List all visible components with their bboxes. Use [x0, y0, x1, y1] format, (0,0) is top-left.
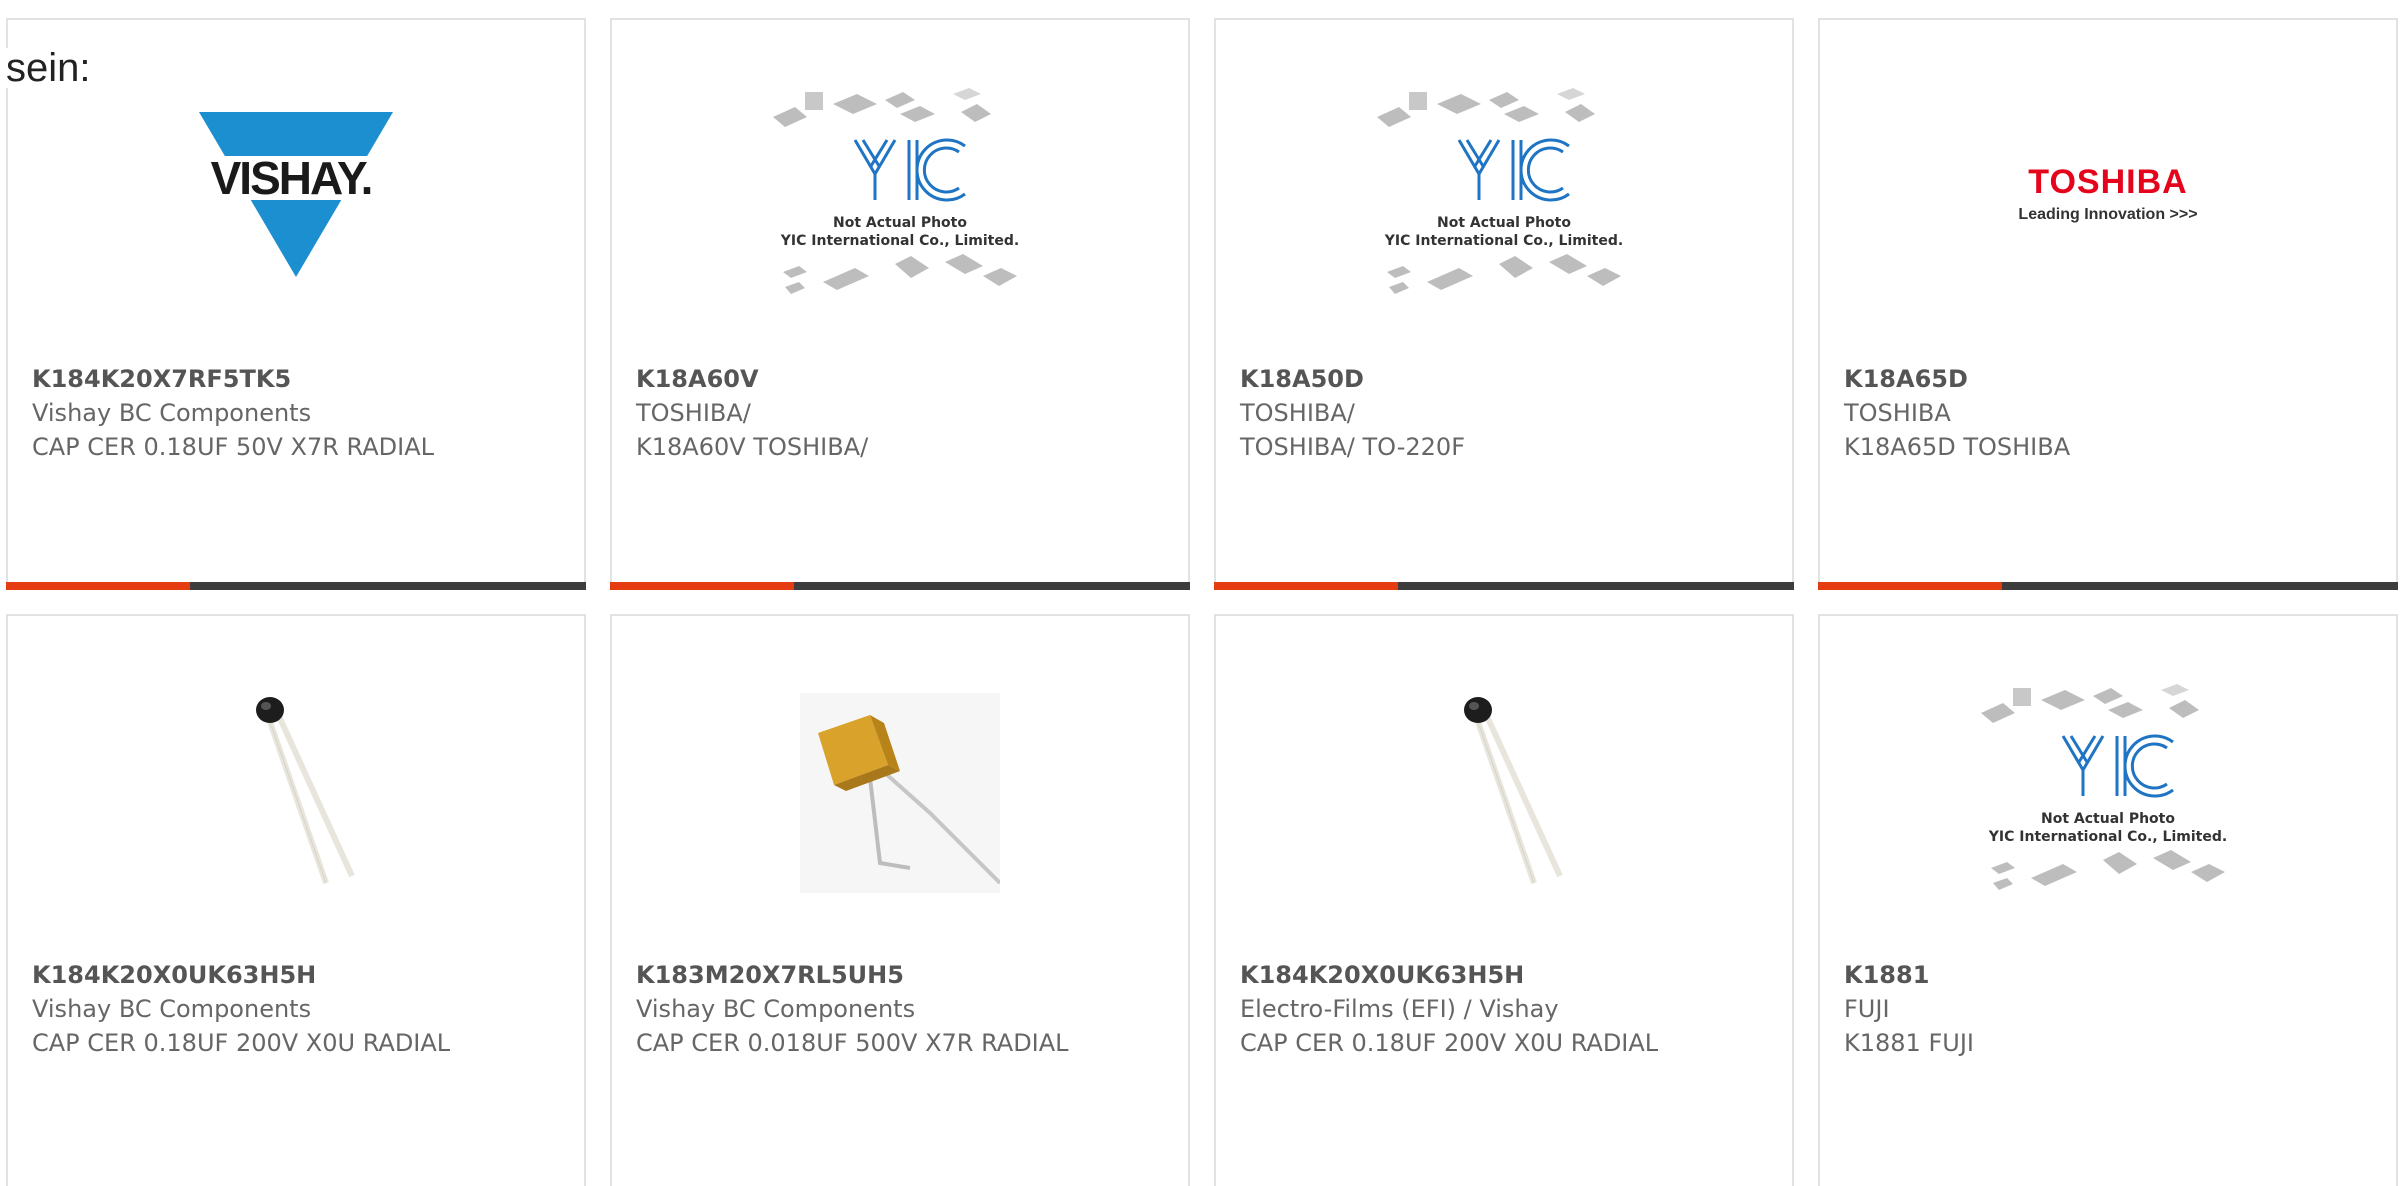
- product-grid: VISHAY. K184K20X7RF5TK5 Vishay BC Compon…: [6, 18, 2400, 1186]
- product-card[interactable]: Not Actual Photo YIC International Co., …: [1214, 18, 1794, 590]
- placeholder-line1: Not Actual Photo: [1437, 215, 1571, 231]
- description: CAP CER 0.18UF 200V X0U RADIAL: [1240, 1029, 1659, 1057]
- card-bottom-bar: [610, 582, 1190, 590]
- product-card[interactable]: K184K20X0UK63H5H Vishay BC Components CA…: [6, 614, 586, 1186]
- disc-capacitor-icon: [1369, 688, 1639, 898]
- yic-placeholder-icon: Not Actual Photo YIC International Co., …: [765, 88, 1035, 302]
- yic-placeholder-icon: Not Actual Photo YIC International Co., …: [1369, 88, 1639, 302]
- vishay-logo-icon: VISHAY.: [161, 92, 431, 302]
- yic-placeholder-icon: Not Actual Photo YIC International Co., …: [1973, 684, 2243, 898]
- card-accent-bar: [6, 582, 190, 590]
- part-number-link[interactable]: K18A60V: [636, 362, 1168, 396]
- part-number-link[interactable]: K184K20X0UK63H5H: [1240, 958, 1772, 992]
- part-number-link[interactable]: K18A65D: [1844, 362, 2376, 396]
- toshiba-logo-icon: TOSHIBA Leading Innovation >>>: [1973, 92, 2243, 302]
- placeholder-line2: YIC International Co., Limited.: [1988, 829, 2227, 845]
- manufacturer: Vishay BC Components: [32, 399, 312, 427]
- card-accent-bar: [1818, 582, 2002, 590]
- part-number-link[interactable]: K184K20X7RF5TK5: [32, 362, 564, 396]
- description: K1881 FUJI: [1844, 1029, 1974, 1057]
- toshiba-tagline: Leading Innovation >>>: [2018, 206, 2197, 223]
- manufacturer: TOSHIBA/: [1240, 399, 1355, 427]
- description: TOSHIBA/ TO-220F: [1240, 433, 1465, 461]
- manufacturer: FUJI: [1844, 995, 1890, 1023]
- placeholder-line1: Not Actual Photo: [2041, 811, 2175, 827]
- product-card[interactable]: K184K20X0UK63H5H Electro-Films (EFI) / V…: [1214, 614, 1794, 1186]
- product-info: K18A65D TOSHIBA K18A65D TOSHIBA: [1844, 362, 2376, 464]
- product-card[interactable]: TOSHIBA Leading Innovation >>> K18A65D T…: [1818, 18, 2398, 590]
- toshiba-logo-text: TOSHIBA: [2028, 163, 2187, 201]
- card-bottom-bar: [1214, 582, 1794, 590]
- placeholder-line1: Not Actual Photo: [833, 215, 967, 231]
- part-number-link[interactable]: K184K20X0UK63H5H: [32, 958, 564, 992]
- yellow-capacitor-icon: [765, 688, 1035, 898]
- product-card[interactable]: Not Actual Photo YIC International Co., …: [610, 18, 1190, 590]
- product-card[interactable]: VISHAY. K184K20X7RF5TK5 Vishay BC Compon…: [6, 18, 586, 590]
- placeholder-line2: YIC International Co., Limited.: [780, 233, 1019, 249]
- card-bottom-bar: [6, 582, 586, 590]
- part-number-link[interactable]: K18A50D: [1240, 362, 1772, 396]
- product-info: K1881 FUJI K1881 FUJI: [1844, 958, 2376, 1060]
- part-number-link[interactable]: K183M20X7RL5UH5: [636, 958, 1168, 992]
- manufacturer: Electro-Films (EFI) / Vishay: [1240, 995, 1559, 1023]
- description: K18A65D TOSHIBA: [1844, 433, 2071, 461]
- card-accent-bar: [1214, 582, 1398, 590]
- product-info: K184K20X0UK63H5H Vishay BC Components CA…: [32, 958, 564, 1060]
- product-info: K18A60V TOSHIBA/ K18A60V TOSHIBA/: [636, 362, 1168, 464]
- manufacturer: Vishay BC Components: [636, 995, 916, 1023]
- description: CAP CER 0.18UF 200V X0U RADIAL: [32, 1029, 451, 1057]
- description: CAP CER 0.18UF 50V X7R RADIAL: [32, 433, 435, 461]
- product-info: K183M20X7RL5UH5 Vishay BC Components CAP…: [636, 958, 1168, 1060]
- disc-capacitor-icon: [161, 688, 431, 898]
- card-accent-bar: [610, 582, 794, 590]
- intro-text: sein:: [6, 46, 91, 90]
- product-info: K184K20X0UK63H5H Electro-Films (EFI) / V…: [1240, 958, 1772, 1060]
- part-number-link[interactable]: K1881: [1844, 958, 2376, 992]
- manufacturer: Vishay BC Components: [32, 995, 312, 1023]
- description: CAP CER 0.018UF 500V X7R RADIAL: [636, 1029, 1069, 1057]
- product-info: K18A50D TOSHIBA/ TOSHIBA/ TO-220F: [1240, 362, 1772, 464]
- manufacturer: TOSHIBA: [1844, 399, 1951, 427]
- description: K18A60V TOSHIBA/: [636, 433, 869, 461]
- product-info: K184K20X7RF5TK5 Vishay BC Components CAP…: [32, 362, 564, 464]
- vishay-logo-text: VISHAY.: [211, 152, 372, 204]
- manufacturer: TOSHIBA/: [636, 399, 751, 427]
- card-bottom-bar: [1818, 582, 2398, 590]
- product-card[interactable]: Not Actual Photo YIC International Co., …: [1818, 614, 2398, 1186]
- placeholder-line2: YIC International Co., Limited.: [1384, 233, 1623, 249]
- product-card[interactable]: K183M20X7RL5UH5 Vishay BC Components CAP…: [610, 614, 1190, 1186]
